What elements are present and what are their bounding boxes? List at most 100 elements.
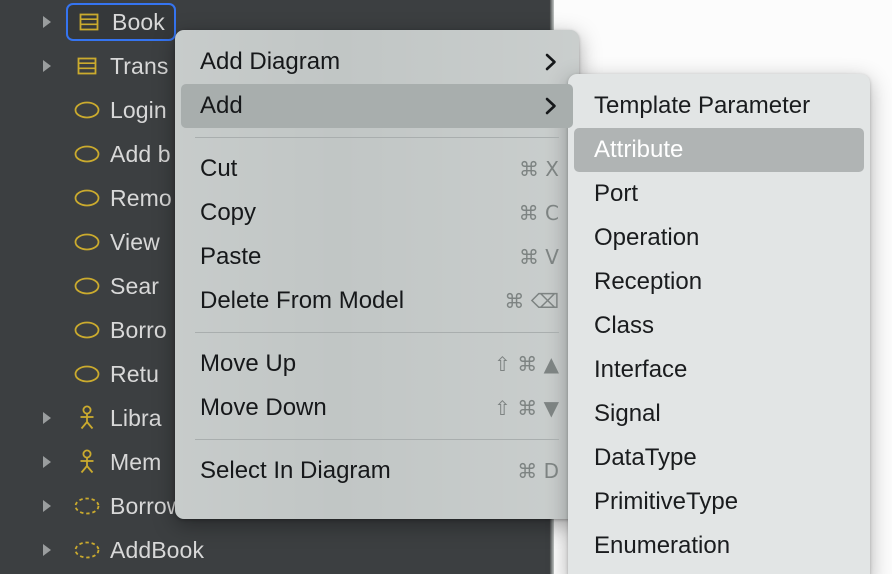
submenu-item-label: Reception [594,268,703,295]
submenu-item-label: Port [594,180,639,207]
chevron-right-icon[interactable] [36,411,58,425]
tree-item-content[interactable]: Remo [66,184,181,213]
submenu-item-label: DataType [594,444,697,471]
uml-actor-icon [72,449,102,475]
menu-separator [195,332,559,333]
menu-item-label: Paste [200,243,262,270]
menu-item-label: Cut [200,155,238,182]
context-menu[interactable]: Add Diagram Add Cut ⌘ X Copy ⌘ C Paste ⌘ V Delet… [175,30,579,519]
tree-item-label: View [110,228,160,255]
chevron-right-icon [543,52,559,72]
chevron-right-icon [543,96,559,116]
menu-item-label: Move Down [200,394,327,421]
uml-actor-icon [72,405,102,431]
tree-item-content[interactable]: Retu [66,360,168,389]
submenu-item-label: Template Parameter [594,92,811,119]
submenu-item[interactable]: Enumeration [574,524,864,568]
chevron-right-icon[interactable] [36,59,58,73]
submenu-item-label: Class [594,312,655,339]
tree-item-label: Add b [110,140,171,167]
menu-item-shortcut: ⇧ ⌘ ▼ [494,396,559,420]
menu-item[interactable]: Add Diagram [181,40,573,84]
tree-item-label: Sear [110,272,159,299]
submenu-item[interactable]: Reception [574,260,864,304]
tree-twisty-placeholder [36,147,58,161]
menu-item[interactable]: Delete From Model ⌘ ⌫ [181,279,573,323]
menu-item[interactable]: Move Up ⇧ ⌘ ▲ [181,342,573,386]
app-root: Book Trans Login Add b Remo View Sear Borro Retu… [0,0,892,574]
menu-item[interactable]: Copy ⌘ C [181,191,573,235]
submenu-item[interactable]: DataType [574,436,864,480]
menu-item-shortcut: ⌘ C [518,201,559,225]
chevron-right-icon[interactable] [36,15,58,29]
menu-item-label: Copy [200,199,257,226]
submenu-item-label: Interface [594,356,688,383]
submenu-item-label: PrimitiveType [594,488,739,515]
tree-item-label: Trans [110,52,169,79]
uml-usecase-icon [72,319,102,341]
submenu-item[interactable]: Operation [574,216,864,260]
menu-item-shortcut: ⌘ D [517,459,559,483]
menu-item-shortcut: ⌘ X [518,157,559,181]
menu-separator [195,137,559,138]
uml-usecase-icon [72,363,102,385]
tree-item-label: Retu [110,360,159,387]
tree-item-label: Borro [110,316,167,343]
tree-item-label: Libra [110,404,162,431]
menu-item[interactable]: Select In Diagram ⌘ D [181,449,573,493]
tree-item-content[interactable]: Login [66,96,176,125]
chevron-right-icon[interactable] [36,543,58,557]
menu-separator [195,439,559,440]
submenu-item[interactable]: Template Parameter [574,84,864,128]
submenu-item[interactable]: Class [574,304,864,348]
uml-usecase-icon [72,231,102,253]
menu-item[interactable]: Move Down ⇧ ⌘ ▼ [181,386,573,430]
submenu-item-label: Signal [594,400,661,427]
tree-twisty-placeholder [36,191,58,205]
tree-item-content[interactable]: Add b [66,140,180,169]
tree-item-content[interactable]: Libra [66,402,171,434]
tree-twisty-placeholder [36,103,58,117]
tree-twisty-placeholder [36,323,58,337]
uml-usecase-icon [72,275,102,297]
menu-item[interactable]: Cut ⌘ X [181,147,573,191]
chevron-right-icon[interactable] [36,455,58,469]
uml-usecase-icon [72,187,102,209]
submenu-item[interactable]: Port [574,172,864,216]
uml-usecase-icon [72,143,102,165]
tree-item-selected[interactable]: Book [66,3,176,41]
menu-item-label: Add Diagram [200,48,341,75]
menu-item[interactable]: Add [181,84,573,128]
tree-item-label: Mem [110,448,162,475]
uml-collaboration-icon [72,495,102,517]
menu-item-label: Delete From Model [200,287,405,314]
submenu-item[interactable]: Interface [574,348,864,392]
tree-item-content[interactable]: Borro [66,316,176,345]
tree-item-label: Login [110,96,167,123]
submenu-item[interactable]: Attribute [574,128,864,172]
add-submenu[interactable]: Template Parameter Attribute Port Operation… [568,74,870,574]
menu-item[interactable]: Paste ⌘ V [181,235,573,279]
tree-item-content[interactable]: Trans [66,51,177,81]
uml-class-icon [74,10,104,34]
tree-item-content[interactable]: Mem [66,446,170,478]
submenu-item[interactable]: PrimitiveType [574,480,864,524]
submenu-item-label: Enumeration [594,532,731,559]
tree-item-label: AddBook [110,536,205,563]
chevron-right-icon[interactable] [36,499,58,513]
uml-collaboration-icon [72,539,102,561]
menu-item-shortcut: ⇧ ⌘ ▲ [494,352,559,376]
menu-item-shortcut: ⌘ ⌫ [504,289,559,313]
submenu-item[interactable]: Signal [574,392,864,436]
uml-usecase-icon [72,99,102,121]
tree-item-label: Remo [110,184,172,211]
tree-twisty-placeholder [36,235,58,249]
tree-twisty-placeholder [36,279,58,293]
tree-twisty-placeholder [36,367,58,381]
menu-item-shortcut: ⌘ V [518,245,559,269]
submenu-item-label: Attribute [594,136,684,163]
tree-item-content[interactable]: AddBook [66,536,213,565]
tree-item-content[interactable]: Sear [66,272,168,301]
tree-item-content[interactable]: View [66,228,169,257]
tree-item[interactable]: AddBook [0,528,549,572]
